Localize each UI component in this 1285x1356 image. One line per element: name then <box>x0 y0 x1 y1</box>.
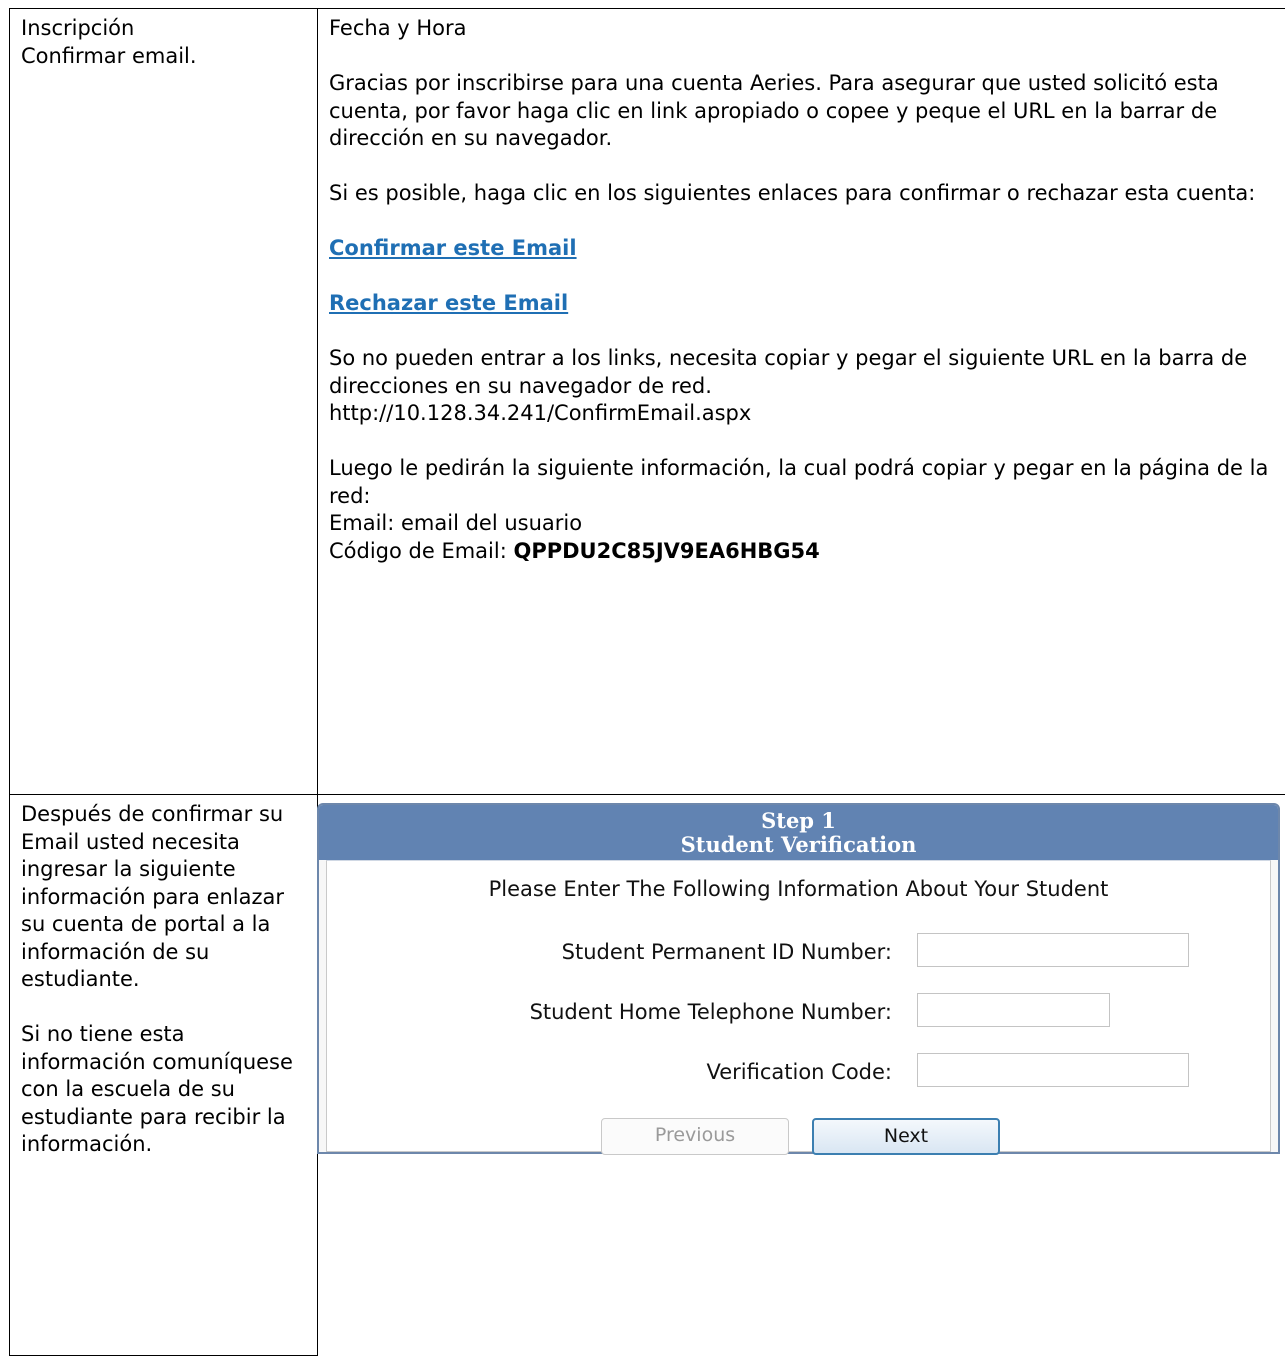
if-possible-paragraph: Si es posible, haga clic en los siguient… <box>329 180 1285 208</box>
form-header: Step 1 Student Verification <box>319 805 1278 860</box>
instructions-paragraph: Después de confirmar su Email usted nece… <box>21 801 307 994</box>
permanent-id-input[interactable] <box>917 933 1189 967</box>
then-paragraph: Luego le pedirán la siguiente informació… <box>329 455 1285 510</box>
reject-email-link[interactable]: Rechazar este Email <box>329 291 568 315</box>
verification-code-input[interactable] <box>917 1053 1189 1087</box>
date-time-label: Fecha y Hora <box>329 15 1285 43</box>
thanks-paragraph: Gracias por inscribirse para una cuenta … <box>329 70 1285 153</box>
home-telephone-input[interactable] <box>917 993 1110 1027</box>
home-telephone-label: Student Home Telephone Number: <box>530 1000 892 1024</box>
form-row-home-telephone: Student Home Telephone Number: <box>327 993 1270 1031</box>
email-line: Email: email del usuario <box>329 510 1285 538</box>
registration-title: Inscripción <box>21 15 307 43</box>
left-cell-registration: Inscripción Confirmar email. <box>10 9 318 795</box>
right-cell-email-body: Fecha y Hora Gracias por inscribirse par… <box>318 9 1285 795</box>
confirm-email-link[interactable]: Confirmar este Email <box>329 236 577 260</box>
left-cell-instructions: Después de confirmar su Email usted nece… <box>10 795 318 1356</box>
permanent-id-label: Student Permanent ID Number: <box>562 940 892 964</box>
previous-button[interactable]: Previous <box>601 1118 789 1155</box>
step-label: Step 1 <box>319 809 1278 833</box>
form-row-verification-code: Verification Code: <box>327 1053 1270 1091</box>
confirm-url: http://10.128.34.241/ConfirmEmail.aspx <box>329 400 1285 428</box>
form-intro: Please Enter The Following Information A… <box>327 877 1270 901</box>
form-title: Student Verification <box>319 833 1278 857</box>
table-row-confirm-email: Inscripción Confirmar email. Fecha y Hor… <box>10 9 1285 795</box>
email-code-value: QPPDU2C85JV9EA6HBG54 <box>513 539 819 563</box>
verification-code-label: Verification Code: <box>706 1060 892 1084</box>
student-verification-form: Step 1 Student Verification Please Enter… <box>317 803 1280 1154</box>
next-button[interactable]: Next <box>812 1118 1000 1155</box>
cannot-enter-paragraph: So no pueden entrar a los links, necesit… <box>329 345 1285 400</box>
email-code-label: Código de Email: <box>329 539 513 563</box>
form-row-permanent-id: Student Permanent ID Number: <box>327 933 1270 971</box>
contact-note-paragraph: Si no tiene esta información comuníquese… <box>21 1021 307 1159</box>
confirm-email-subtitle: Confirmar email. <box>21 43 307 71</box>
form-body: Please Enter The Following Information A… <box>326 860 1271 1152</box>
